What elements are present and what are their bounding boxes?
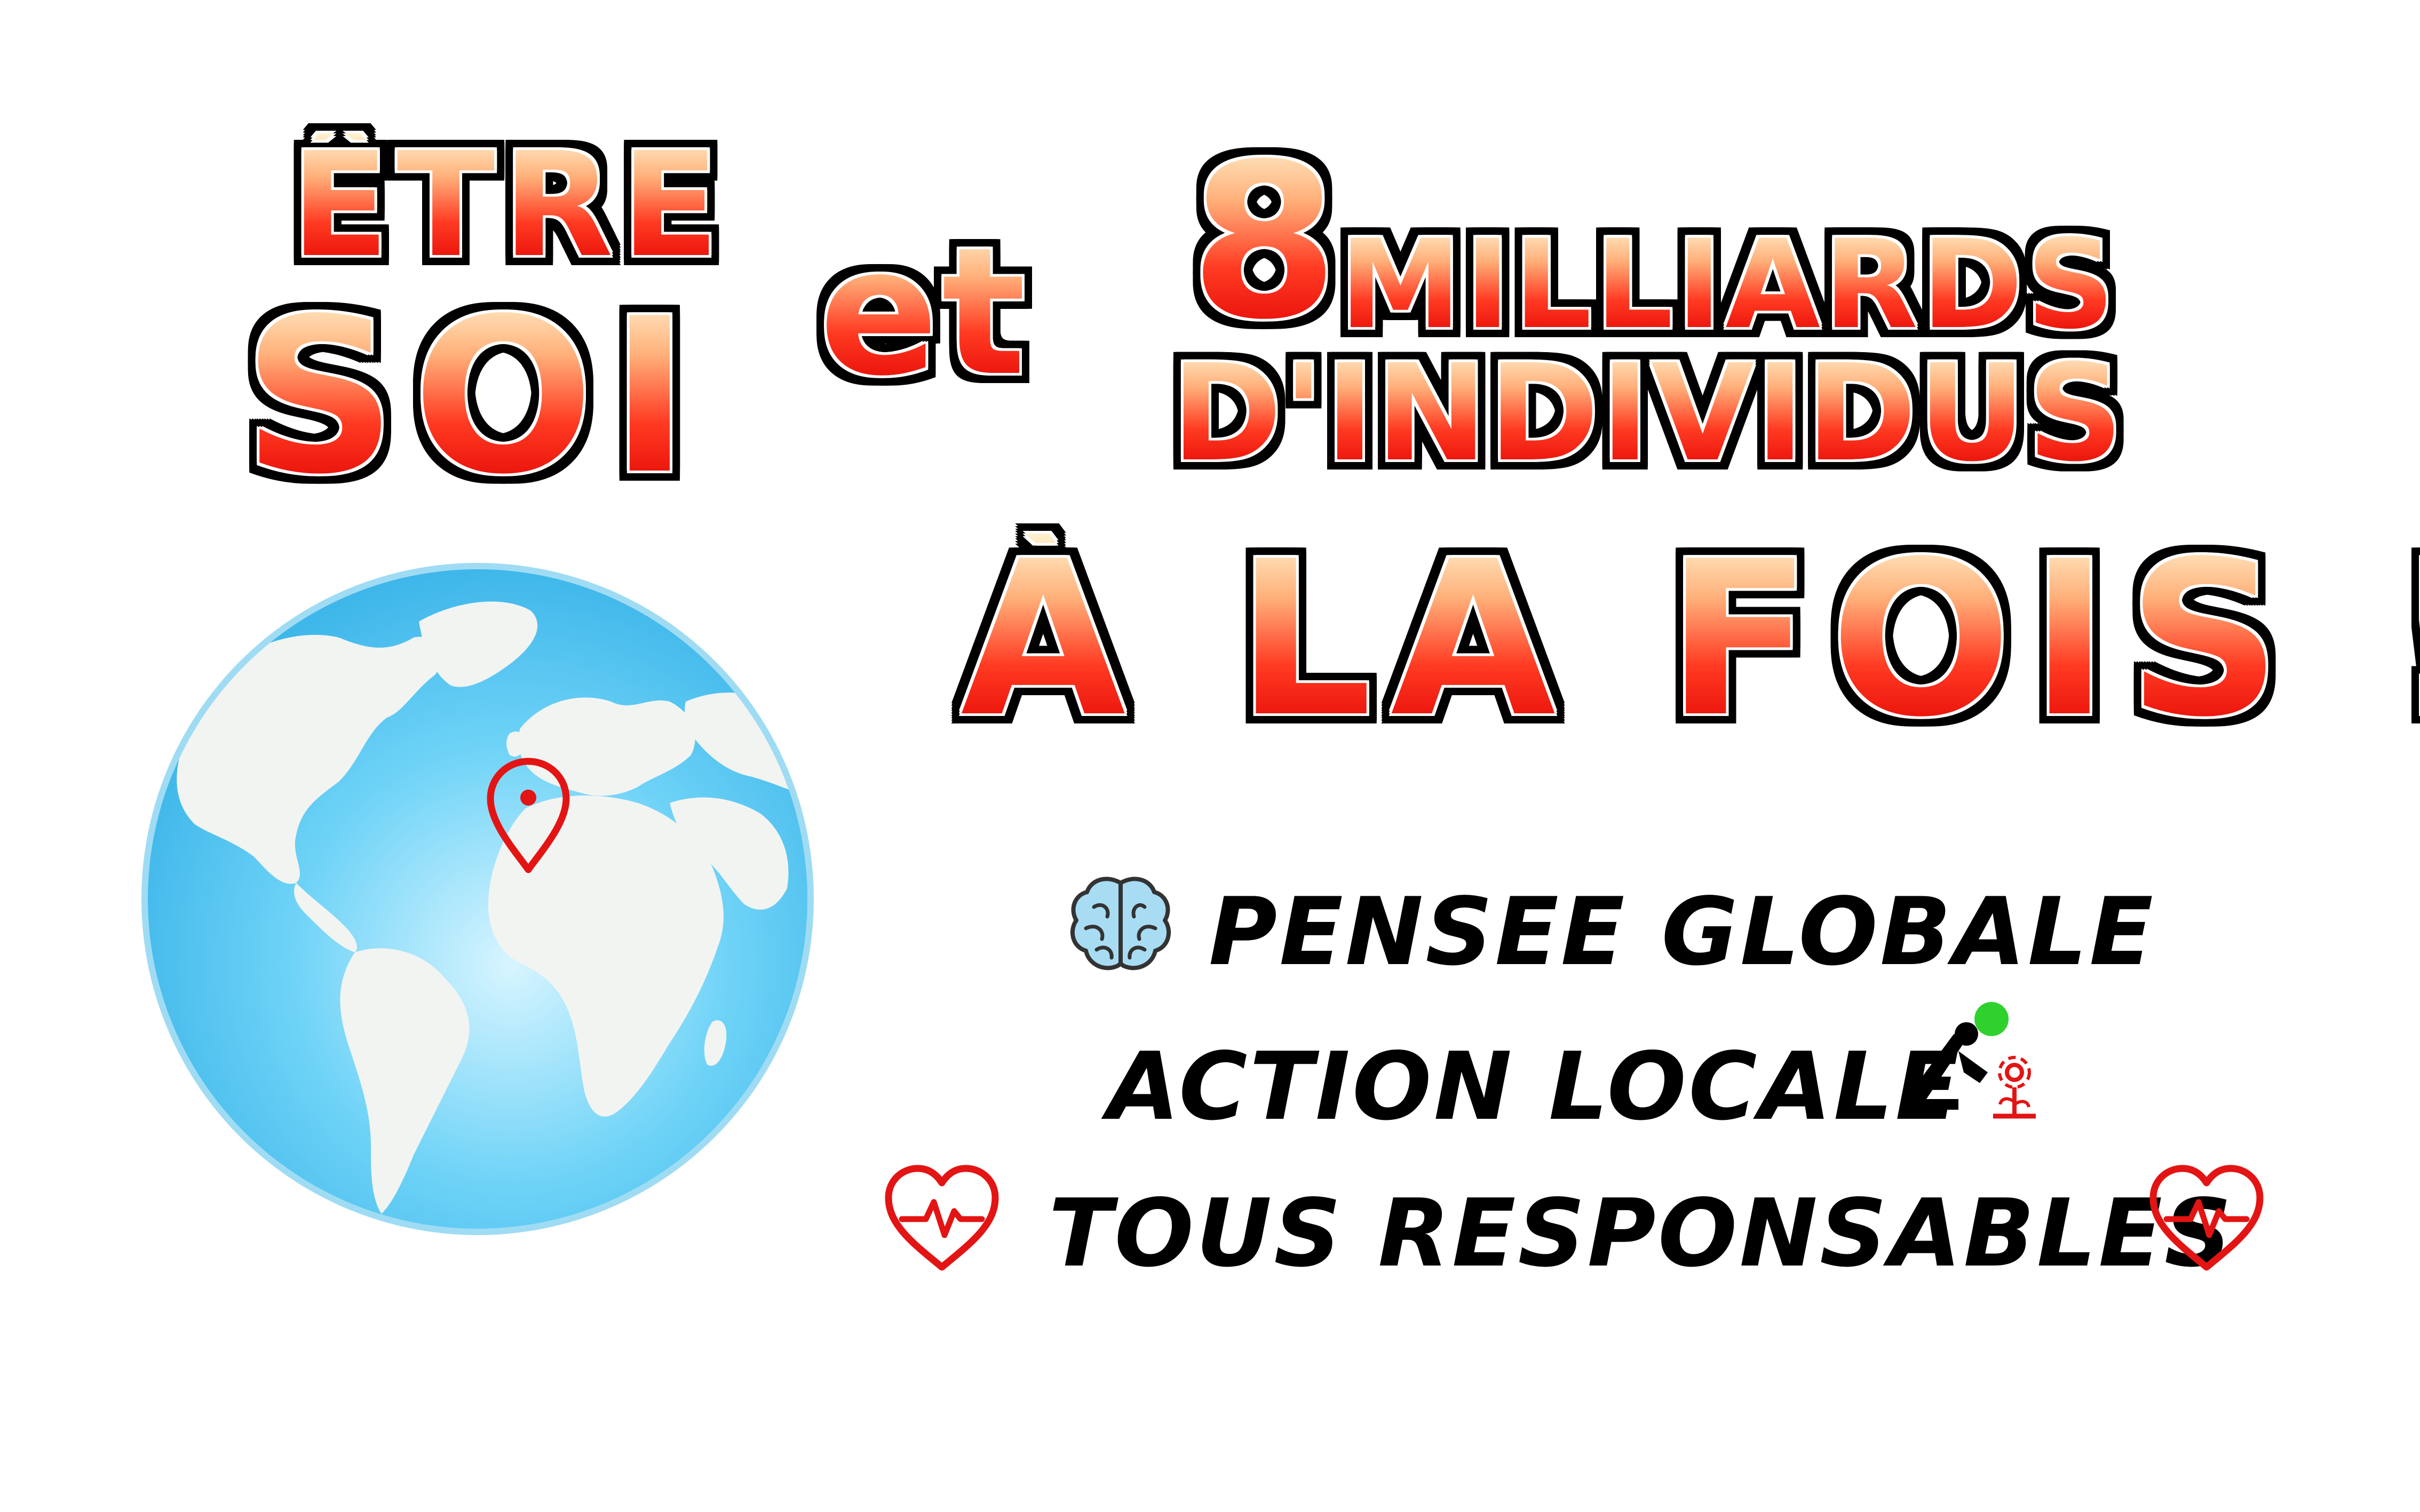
slogan-tous-responsables: TOUS RESPONSABLES [1049,1180,2234,1288]
et-text: et [819,210,1029,415]
heart-pulse-icon [880,1160,1003,1278]
slogan-pensee-globale: PENSEE GLOBALE [1209,878,2155,986]
individus-text: D'INDIVIDUS [1171,336,2124,491]
brain-icon [1065,870,1177,982]
soi-text: SOI [243,273,705,521]
person-planting-icon [1878,992,2038,1131]
location-pin-icon [483,755,574,878]
etre-text: ÊTRE [291,121,727,289]
slogan-action-locale: ACTION LOCALE [1107,1033,1962,1141]
a-la-fois-text: À LA FOIS ! [961,534,2420,747]
globe-icon [136,558,819,1240]
heart-pulse-icon [2145,1160,2268,1278]
eight-number: 8 [1190,118,1339,367]
milliards-text: MILLIARDS [1339,214,2118,356]
